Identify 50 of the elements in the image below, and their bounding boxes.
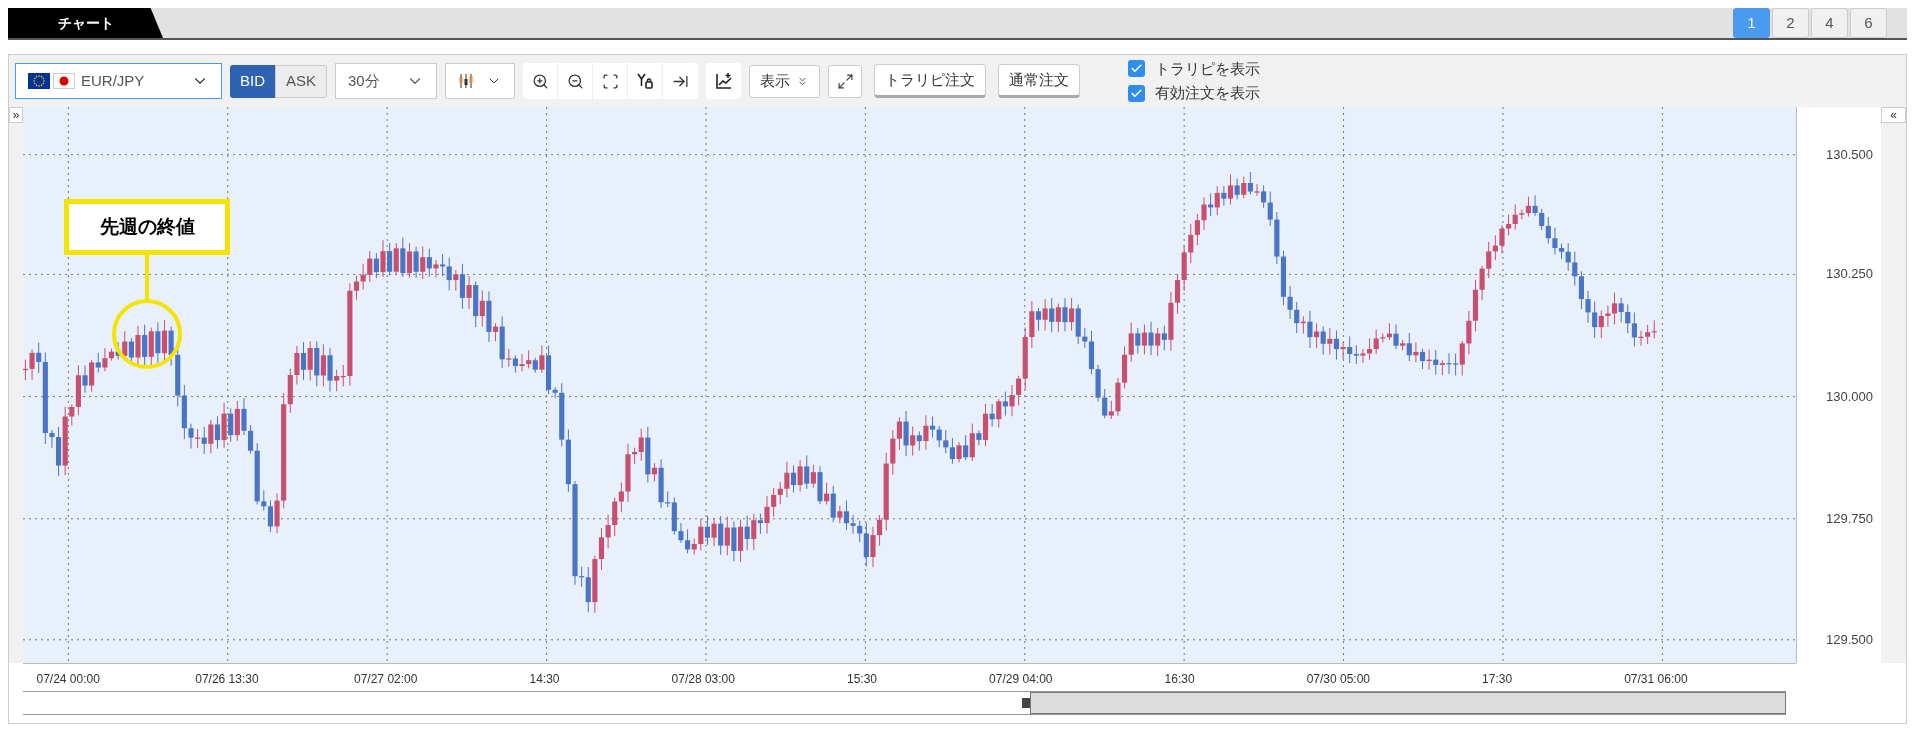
timeframe-dropdown[interactable]: 30分 <box>335 63 438 99</box>
checkbox-label: 有効注文を表示 <box>1155 83 1261 103</box>
fit-frame-icon <box>601 72 619 90</box>
layout-button[interactable]: 6 <box>1850 8 1887 38</box>
chart-tab[interactable]: チャート <box>8 8 163 38</box>
candlestick-icon <box>458 73 475 89</box>
x-axis-label: 07/29 04:00 <box>989 671 1053 688</box>
order-button[interactable]: 通常注文 <box>998 64 1081 98</box>
chart-plus-icon <box>714 72 733 90</box>
range-scrollbar[interactable] <box>23 691 1786 715</box>
x-axis-label: 07/26 13:30 <box>195 671 259 688</box>
chart-type-dropdown[interactable] <box>445 63 516 99</box>
japan-flag-icon <box>53 73 75 89</box>
collapse-right-button[interactable]: « <box>1881 107 1906 123</box>
zoom-out-icon <box>566 72 584 90</box>
fullscreen-button[interactable] <box>828 64 863 98</box>
x-axis-label: 07/24 00:00 <box>36 671 100 688</box>
x-axis-label: 07/28 03:00 <box>671 671 735 688</box>
scrollbar-handle[interactable] <box>1022 698 1030 708</box>
y-axis-label: 130.000 <box>1826 388 1873 405</box>
add-indicator-button[interactable] <box>706 63 742 99</box>
y-axis-label: 129.750 <box>1826 510 1873 527</box>
expand-icon <box>836 72 854 90</box>
x-axis-label: 07/27 02:00 <box>354 671 418 688</box>
zoom-in-icon <box>531 72 549 90</box>
price-side-toggle[interactable]: ASK <box>275 64 328 98</box>
x-axis-label: 14:30 <box>529 671 560 688</box>
checkbox[interactable] <box>1128 60 1146 78</box>
order-button[interactable]: トラリピ注文 <box>874 64 987 98</box>
layout-button[interactable]: 2 <box>1772 8 1809 38</box>
y-axis-label: 129.500 <box>1826 631 1873 648</box>
check-icon <box>1130 86 1144 100</box>
eu-flag-icon <box>28 73 50 89</box>
x-axis-label: 15:30 <box>847 671 878 688</box>
scrollbar-thumb[interactable] <box>1030 692 1786 714</box>
x-axis-label: 16:30 <box>1164 671 1195 688</box>
collapse-left-button[interactable]: » <box>9 107 23 123</box>
x-axis-label: 07/30 05:00 <box>1306 671 1371 688</box>
x-axis-label: 07/31 06:00 <box>1624 671 1688 688</box>
checkbox-label: トラリピを表示 <box>1155 58 1261 79</box>
price-side-toggle[interactable]: BID <box>230 64 275 98</box>
annotation-label: 先週の終値 <box>64 199 230 255</box>
x-axis-label: 17:30 <box>1482 671 1513 688</box>
y-axis-label: 130.500 <box>1826 146 1873 163</box>
y-axis-label: 130.250 <box>1826 266 1873 283</box>
symbol-dropdown[interactable]: EUR/JPY <box>15 63 222 99</box>
display-menu-button[interactable]: 表示 <box>749 64 821 98</box>
checkbox[interactable] <box>1128 84 1146 102</box>
layout-button[interactable]: 4 <box>1811 8 1848 38</box>
y-lock-icon <box>636 72 655 90</box>
